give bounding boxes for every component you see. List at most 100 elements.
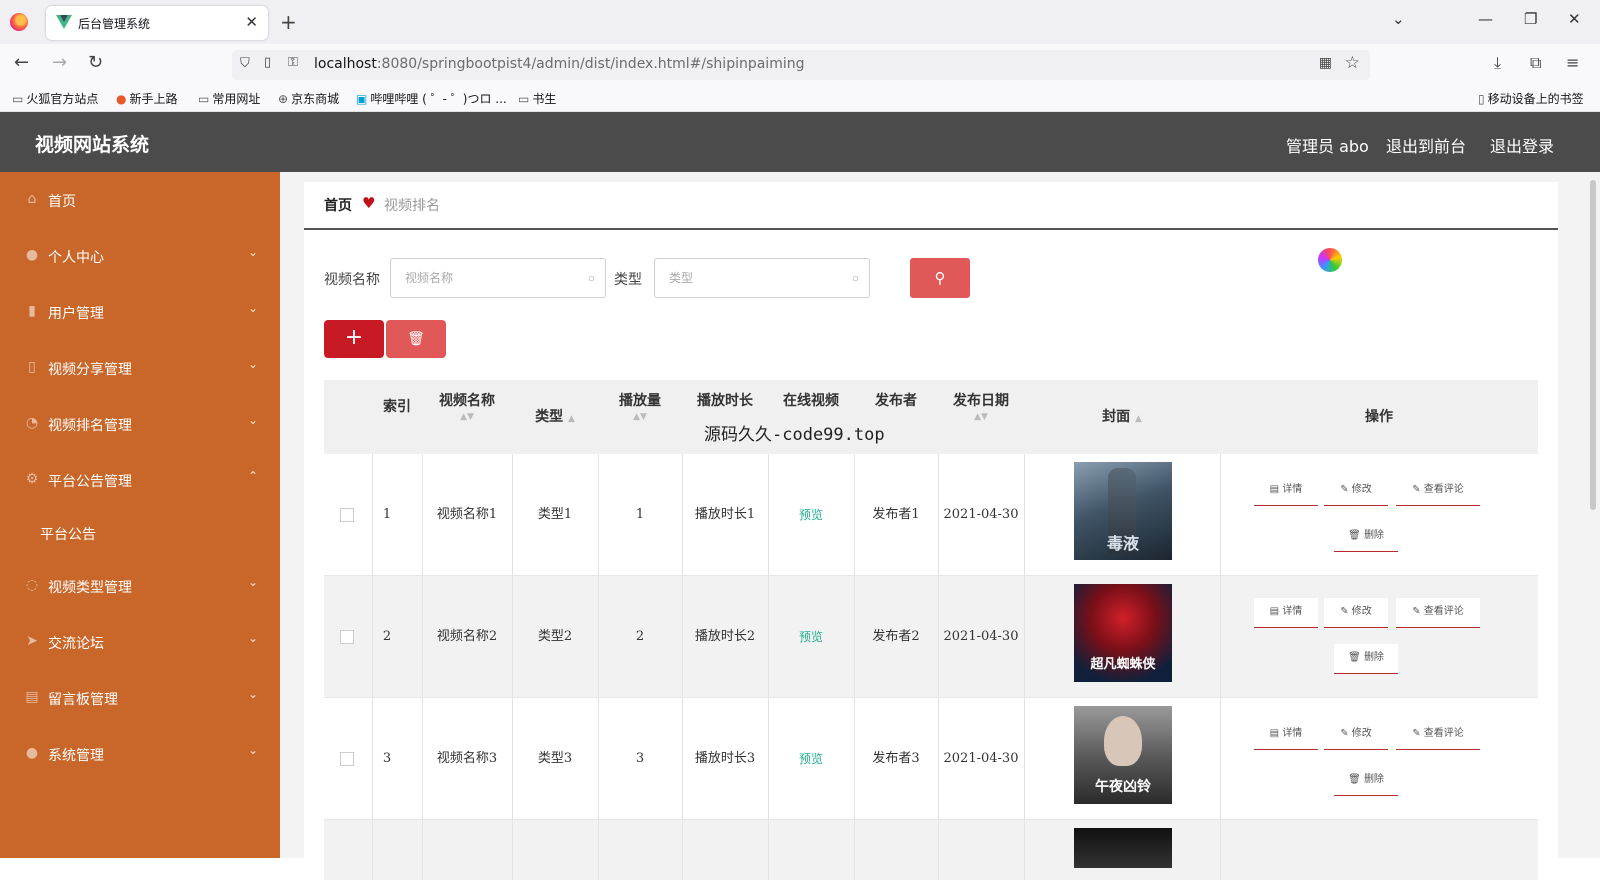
delete-button[interactable]: 🗑 删除 [1334,766,1398,796]
browser-tab[interactable]: 后台管理系统 ✕ [46,6,268,40]
sort-icon[interactable]: ▲ [568,414,575,424]
chevron-down-icon: ⌄ [247,743,258,757]
detail-button[interactable]: ▤ 详情 [1254,720,1318,750]
cell-video-name: 视频名称3 [436,751,498,766]
col-index: 索引 [383,399,411,415]
restore-button[interactable]: ❐ [1524,10,1537,28]
preview-link[interactable]: 预览 [768,698,854,820]
bookmark-item[interactable]: ▣ 哔哩哔哩 ( ゜- ゜)つロ ... [356,90,507,107]
preview-link[interactable]: 预览 [768,454,854,576]
preview-link[interactable]: 预览 [768,576,854,698]
bookmark-item[interactable]: ⊕ 京东商城 [278,90,339,107]
sidebar-item-forum[interactable]: ➤ 交流论坛 ⌄ [0,614,280,670]
row-checkbox[interactable] [340,752,354,766]
cell-publisher: 发布者2 [872,629,920,644]
breadcrumb-home[interactable]: 首页 [324,195,352,215]
trash-icon: 🗑 [407,331,425,347]
shield-icon[interactable]: ⛉ [240,56,250,71]
add-button[interactable]: + [324,320,384,358]
sidebar-item-video-type[interactable]: ◌ 视频类型管理 ⌄ [0,558,280,614]
delete-button[interactable]: 🗑 删除 [1334,644,1398,674]
sidebar-item-label: 留言板管理 [48,692,118,708]
sidebar-item-users[interactable]: ▮ 用户管理 ⌄ [0,284,280,340]
scrollbar-thumb[interactable] [1590,180,1596,510]
col-cover[interactable]: 封面 ▲ [1024,380,1220,454]
cell-duration: 播放时长1 [694,507,756,522]
col-actions: 操作 [1365,409,1393,425]
main-content: 首页 ♥ 视频排名 视频名称 视频名称 ○ 类型 类型 ○ ⚲ + 🗑 索引 视… [280,172,1586,880]
sort-icon[interactable]: ▲▼ [938,412,1024,422]
sort-icon[interactable]: ▲▼ [598,412,682,422]
sidebar-item-system[interactable]: ● 系统管理 ⌄ [0,726,280,782]
sidebar-item-home[interactable]: ⌂ 首页 [0,172,280,228]
view-comments-button[interactable]: ✎ 查看评论 [1396,476,1480,506]
close-window-button[interactable]: ✕ [1568,10,1581,28]
bookmark-star-icon[interactable]: ☆ [1345,53,1360,73]
url-bar[interactable]: ⛉ ▯ ⚿ localhost:8080/springbootpist4/adm… [232,50,1370,80]
sort-icon[interactable]: ▲▼ [422,412,512,422]
menu-icon[interactable]: ≡ [1566,53,1579,72]
video-name-input[interactable]: 视频名称 ○ [390,258,606,298]
edit-button[interactable]: ✎ 修改 [1324,476,1388,506]
sidebar-item-message-board[interactable]: ▤ 留言板管理 ⌄ [0,670,280,726]
url-text[interactable]: localhost:8080/springbootpist4/admin/dis… [314,56,804,72]
bookmark-item[interactable]: ▭ 常用网址 [198,90,260,107]
qr-code-icon[interactable]: ▦ [1319,55,1332,71]
close-tab-icon[interactable]: ✕ [245,13,258,31]
cell-plays: 1 [635,507,645,522]
new-tab-button[interactable]: + [280,10,297,34]
bookmark-item[interactable]: ● 新手上路 [116,90,178,107]
view-comments-button[interactable]: ✎ 查看评论 [1396,598,1480,628]
theme-color-icon[interactable] [1318,248,1342,272]
type-input[interactable]: 类型 ○ [654,258,870,298]
breadcrumb: 首页 ♥ 视频排名 [304,182,1558,230]
page-icon: ▯ [264,55,272,70]
batch-delete-button[interactable]: 🗑 [386,320,446,358]
tab-list-icon[interactable]: ⌄ [1392,10,1405,28]
edit-button[interactable]: ✎ 修改 [1324,720,1388,750]
mobile-bookmarks[interactable]: ▯ 移动设备上的书签 [1478,90,1584,107]
row-checkbox[interactable] [340,630,354,644]
download-icon[interactable]: ⤓ [1494,53,1501,73]
view-comments-button[interactable]: ✎ 查看评论 [1396,720,1480,750]
edit-button[interactable]: ✎ 修改 [1324,598,1388,628]
reload-icon[interactable]: ↻ [88,52,103,73]
delete-button[interactable]: 🗑 删除 [1334,522,1398,552]
lock-icon: ▮ [28,303,36,319]
message-icon: ▤ [25,689,39,705]
col-publish-date[interactable]: 发布日期 ▲▼ [938,380,1024,454]
sidebar-item-video-rank[interactable]: ◔ 视频排名管理 ⌄ [0,396,280,452]
cell-type: 类型2 [537,629,573,644]
app-header: 视频网站系统 管理员 abo 退出到前台 退出登录 [0,112,1600,172]
sidebar-item-label: 视频排名管理 [48,418,132,434]
bookmark-item[interactable]: ▭ 书生 [518,90,556,107]
detail-button[interactable]: ▤ 详情 [1254,598,1318,628]
plus-icon: + [344,325,364,350]
detail-button[interactable]: ▤ 详情 [1254,476,1318,506]
sidebar-subitem-notice[interactable]: 平台公告 [0,508,280,558]
page-scrollbar[interactable] [1586,172,1600,858]
chevron-down-icon: ⌄ [247,245,258,259]
col-type[interactable]: 类型 ▲ [512,380,598,454]
cell-index: 2 [382,629,392,644]
col-plays[interactable]: 播放量 ▲▼ [598,380,682,454]
row-checkbox[interactable] [340,508,354,522]
bookmarks-bar: ▭ 火狐官方站点 ● 新手上路 ▭ 常用网址 ⊕ 京东商城 ▣ 哔哩哔哩 ( ゜- ゜)つ… [0,84,1600,112]
search-button[interactable]: ⚲ [910,258,970,298]
extensions-icon[interactable]: ⧉ [1530,53,1541,73]
forward-icon[interactable]: → [52,52,67,73]
back-icon[interactable]: ← [14,52,29,73]
key-icon[interactable]: ⚿ [288,55,298,70]
sidebar-item-profile[interactable]: ● 个人中心 ⌄ [0,228,280,284]
logout-link[interactable]: 退出登录 [1490,133,1554,157]
cover-image: 毒液 [1074,462,1172,560]
cell-type: 类型1 [537,507,573,522]
sidebar-item-label: 首页 [48,194,76,210]
sort-icon[interactable]: ▲ [1135,414,1142,424]
sidebar-item-video-share[interactable]: ▯ 视频分享管理 ⌄ [0,340,280,396]
exit-to-front-link[interactable]: 退出到前台 [1386,133,1466,157]
bookmark-item[interactable]: ▭ 火狐官方站点 [12,90,98,107]
minimize-button[interactable]: — [1478,10,1493,28]
col-video-name[interactable]: 视频名称 ▲▼ [422,380,512,454]
sidebar-item-notice[interactable]: ⚙ 平台公告管理 ⌃ [0,452,280,508]
